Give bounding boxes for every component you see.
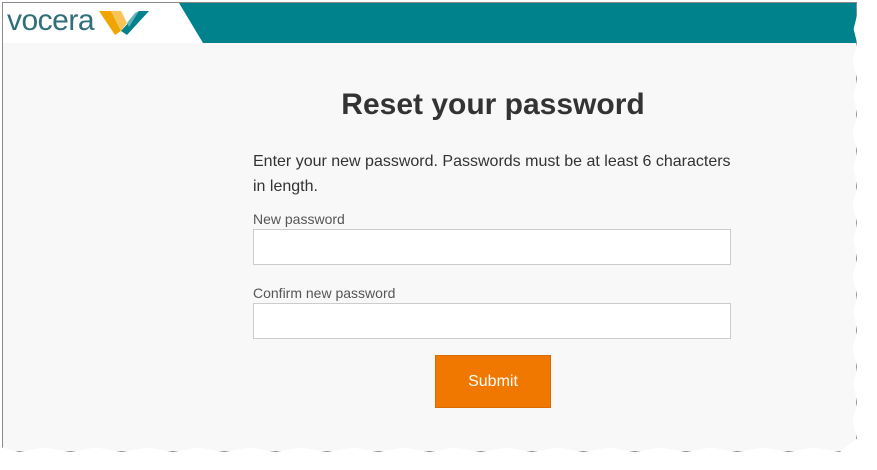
header-bar: vocera [3, 3, 856, 43]
vocera-v-logo-icon [99, 9, 151, 42]
confirm-password-label: Confirm new password [253, 285, 396, 301]
confirm-password-input[interactable] [253, 303, 731, 339]
new-password-label: New password [253, 211, 345, 227]
logo-text: vocera [7, 4, 95, 37]
new-password-input[interactable] [253, 229, 731, 265]
instructions-text: Enter your new password. Passwords must … [253, 153, 731, 195]
submit-button[interactable]: Submit [435, 355, 551, 408]
submit-row: Submit [253, 355, 733, 408]
browser-window: vocera Reset your password Enter your ne… [2, 2, 857, 452]
page-title: Reset your password [341, 88, 645, 121]
logo-tab: vocera [3, 3, 203, 43]
reset-password-form: Reset your password Enter your new passw… [253, 83, 733, 408]
